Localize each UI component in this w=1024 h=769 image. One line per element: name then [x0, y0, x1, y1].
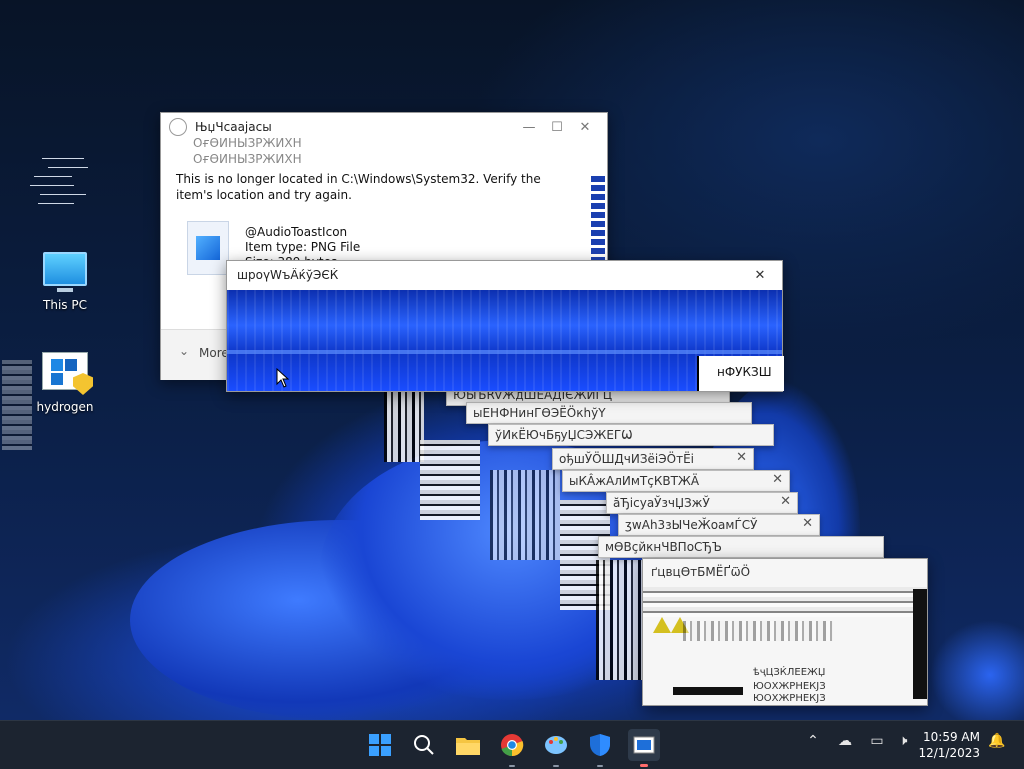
glitch-artifact: [2, 360, 32, 450]
glitch-artifact: [384, 392, 424, 462]
stacked-window-title: ыЕНФНинГӨЭЁӦкhўҮ: [473, 406, 606, 420]
stacked-window-title: мӨВҫйкнЧВПоСЂЪ: [605, 540, 722, 554]
chrome-icon: [501, 734, 524, 757]
error-message: This is no longer located in C:\Windows\…: [176, 172, 541, 202]
stacked-window[interactable]: ыКÂжАлИмТҫКВТЖӒ ✕: [562, 470, 790, 492]
glitched-window-title: ґцвцӨтБМЁҐѿӦ: [651, 565, 751, 579]
glitch-artifact: [673, 687, 743, 695]
file-name: @AudioToastIcon: [245, 225, 348, 239]
running-indicator: [509, 765, 515, 767]
app-window-icon: [633, 736, 655, 754]
stacked-window[interactable]: ођшЎӦШДчИЗёіЭӦтЁі ✕: [552, 448, 754, 470]
stacked-window[interactable]: ўИкЁЮчБҕуЏСЭЖЕГѠ: [488, 424, 774, 446]
clock[interactable]: 10:59 AM 12/1/2023: [918, 729, 980, 761]
wallpaper-petal: [930, 620, 1024, 720]
glitched-window[interactable]: ґцвцӨтБМЁҐѿӦ ѣҷЦЗЌЛЕЕЖЏ ЮОХЖРНЕКЈЗ ЮОХЖР…: [642, 558, 928, 706]
ghost-title: ОғӨИНЫЗРЖИХН: [193, 152, 302, 166]
front-window[interactable]: шроүWъÄќўЭЄЌ ✕ нФУКЗШ: [226, 260, 784, 392]
glitch-lines: [30, 158, 90, 212]
desktop-icon-hydrogen[interactable]: hydrogen: [25, 352, 105, 414]
glitch-artifact: [913, 589, 927, 699]
start-button[interactable]: [364, 729, 396, 761]
computer-icon: [43, 252, 87, 292]
volume-muted-icon[interactable]: 🕨: [892, 733, 914, 755]
image-file-icon: [187, 221, 229, 275]
close-icon[interactable]: ✕: [736, 450, 747, 465]
desktop-icon-this-pc[interactable]: This PC: [25, 252, 105, 312]
glitch-artifact: нФУКЗШ: [697, 356, 784, 391]
glitch-artifact: [683, 621, 833, 641]
desktop-icon-label: This PC: [43, 298, 87, 312]
glitch-artifact: [591, 173, 605, 263]
shortcut-icon: [42, 352, 93, 395]
ghost-titlebar: ОғӨИНЫЗРЖИХН: [161, 135, 607, 151]
close-button[interactable]: ✕: [571, 120, 599, 135]
desktop-icon-label: hydrogen: [36, 400, 94, 414]
close-icon[interactable]: ✕: [802, 516, 813, 531]
network-icon[interactable]: ▭: [866, 733, 888, 755]
stacked-window[interactable]: ыЕНФНинГӨЭЁӦкhўҮ: [466, 402, 752, 424]
close-button[interactable]: ✕: [746, 268, 774, 283]
glitch-label: ЮОХЖРНЕКЈЗ: [753, 693, 826, 704]
ghost-title: ОғӨИНЫЗРЖИХН: [193, 136, 302, 150]
clock-date: 12/1/2023: [918, 746, 980, 760]
close-icon[interactable]: ✕: [772, 472, 783, 487]
ghost-titlebar: ОғӨИНЫЗРЖИХН: [161, 151, 607, 167]
taskbar: ⌃ ☁ ▭ 🕨 10:59 AM 12/1/2023 🔔: [0, 720, 1024, 769]
windows-start-icon: [369, 734, 391, 756]
folder-icon: [456, 738, 480, 755]
error-dialog-title: ЊџЧсаајасы: [195, 120, 272, 134]
active-app-button[interactable]: [628, 729, 660, 761]
file-type: Item type: PNG File: [245, 240, 361, 254]
minimize-button[interactable]: —: [515, 120, 543, 135]
mouse-cursor-icon: [276, 368, 290, 388]
stacked-window-title: ӑЂісуаЎзчЏЗжЎ: [613, 496, 710, 510]
desktop: This PC hydrogen ЊџЧсаајасы — ☐ ✕ ОғӨИНЫ…: [0, 0, 1024, 720]
glitch-label: ѣҷЦЗЌЛЕЕЖЏ: [753, 667, 826, 678]
paint-palette-icon: [545, 736, 567, 754]
running-indicator: [597, 765, 603, 767]
glitch-artifact: [643, 587, 927, 617]
front-window-content: нФУКЗШ: [227, 290, 784, 391]
glitch-artifact: [420, 440, 480, 520]
clock-icon: [169, 118, 187, 136]
stacked-window-title: ўИкЁЮчБҕуЏСЭЖЕГѠ: [495, 428, 633, 442]
front-window-titlebar[interactable]: шроүWъÄќўЭЄЌ ✕: [227, 261, 782, 289]
stacked-window[interactable]: ӑЂісуаЎзчЏЗжЎ ✕: [606, 492, 798, 514]
chrome-button[interactable]: [496, 729, 528, 761]
maximize-button[interactable]: ☐: [543, 120, 571, 135]
stacked-window-title: ођшЎӦШДчИЗёіЭӦтЁі: [559, 452, 694, 466]
defender-button[interactable]: [584, 729, 616, 761]
stacked-window-title: ыКÂжАлИмТҫКВТЖӒ: [569, 474, 700, 488]
shield-icon: [590, 734, 610, 756]
notification-bell-icon[interactable]: 🔔: [986, 733, 1008, 755]
search-button[interactable]: [408, 729, 440, 761]
running-indicator: [553, 765, 559, 767]
warning-icon: [653, 617, 671, 633]
clock-time: 10:59 AM: [923, 730, 980, 744]
more-toggle[interactable]: More: [199, 346, 229, 360]
chevron-up-icon[interactable]: ⌃: [802, 733, 824, 755]
glitch-artifact: [490, 470, 560, 560]
stacked-window-title: ӡwАh3зЫЧеӁоамЃСЎ: [625, 518, 758, 532]
stacked-window[interactable]: ӡwАh3зЫЧеӁоамЃСЎ ✕: [618, 514, 820, 536]
glitch-label: ЮОХЖРНЕКЈЗ: [753, 681, 826, 692]
chevron-down-icon[interactable]: ⌄: [179, 344, 189, 358]
close-icon[interactable]: ✕: [780, 494, 791, 509]
glitch-label: нФУКЗШ: [717, 365, 772, 379]
active-indicator: [640, 764, 648, 767]
paint-button[interactable]: [540, 729, 572, 761]
file-explorer-button[interactable]: [452, 729, 484, 761]
stacked-window[interactable]: мӨВҫйкнЧВПоСЂЪ: [598, 536, 884, 558]
cloud-offline-icon[interactable]: ☁: [834, 733, 856, 755]
search-icon: [414, 735, 434, 755]
front-window-title: шроүWъÄќўЭЄЌ: [237, 268, 339, 282]
